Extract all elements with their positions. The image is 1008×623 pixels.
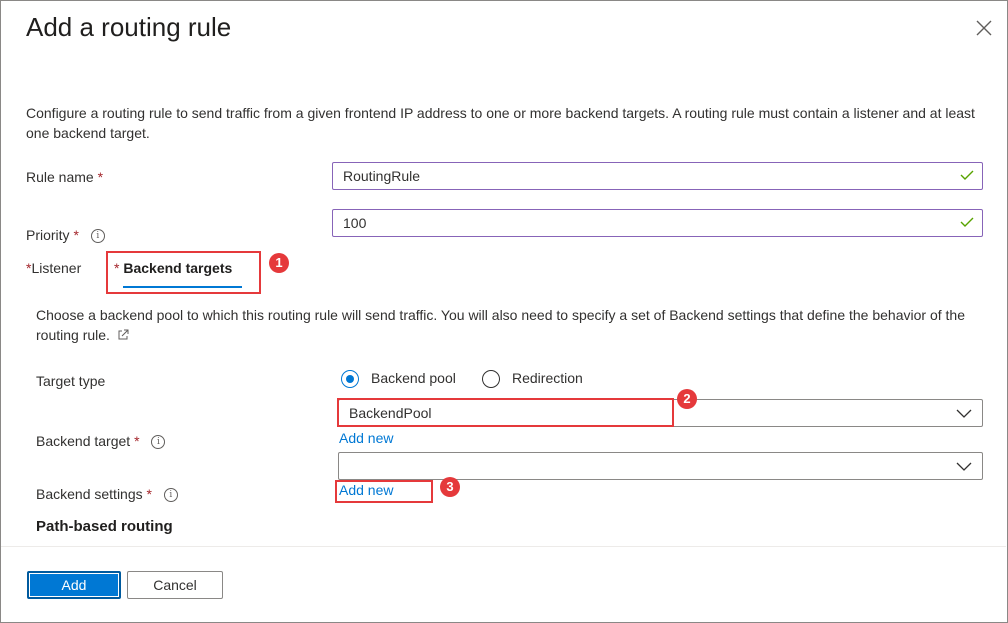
callout-box-2 [337,398,674,427]
required-marker: * [146,486,152,502]
callout-box-3 [335,480,433,503]
target-type-label: Target type [36,373,106,389]
tab-listener-label: Listener [31,260,82,276]
backend-settings-label-text: Backend settings [36,486,143,502]
add-button[interactable]: Add [27,571,121,599]
radio-redirection-label[interactable]: Redirection [512,370,583,386]
footer-divider [1,546,1006,547]
radio-backend-pool[interactable] [341,370,359,388]
close-icon[interactable] [972,16,996,40]
info-icon[interactable]: i [163,488,178,503]
tab-listener[interactable]: *Listener [26,260,81,276]
callout-box-1 [106,251,261,294]
backend-target-add-new-link[interactable]: Add new [339,430,393,446]
dialog-description: Configure a routing rule to send traffic… [26,105,975,141]
required-marker: * [134,433,140,449]
callout-badge-3: 3 [440,477,460,497]
rule-name-label-text: Rule name [26,169,94,185]
priority-label-text: Priority [26,227,70,243]
backend-description-text: Choose a backend pool to which this rout… [36,307,965,343]
rule-name-input[interactable]: RoutingRule [332,162,983,190]
dialog-title: Add a routing rule [26,12,232,42]
chevron-down-icon [956,462,972,471]
priority-label: Priority * i [26,227,105,244]
info-icon[interactable]: i [151,435,166,450]
cancel-button[interactable]: Cancel [127,571,223,599]
backend-target-label: Backend target * i [36,433,166,450]
radio-redirection[interactable] [482,370,500,388]
priority-value: 100 [343,215,367,231]
rule-name-label: Rule name * [26,169,103,185]
chevron-down-icon [956,409,972,418]
required-marker: * [97,169,104,185]
checkmark-icon [960,170,974,180]
path-routing-heading: Path-based routing [36,518,173,535]
required-marker: * [73,227,79,243]
backend-settings-label: Backend settings * i [36,486,178,503]
backend-settings-select[interactable] [338,452,983,480]
backend-description: Choose a backend pool to which this rout… [36,305,986,345]
priority-input[interactable]: 100 [332,209,983,237]
external-link-icon[interactable] [117,329,129,341]
rule-name-value: RoutingRule [343,168,421,184]
backend-target-label-text: Backend target [36,433,131,449]
info-icon[interactable]: i [90,229,105,244]
radio-backend-pool-label[interactable]: Backend pool [371,370,456,386]
callout-badge-2: 2 [677,389,697,409]
checkmark-icon [960,217,974,227]
callout-badge-1: 1 [269,253,289,273]
